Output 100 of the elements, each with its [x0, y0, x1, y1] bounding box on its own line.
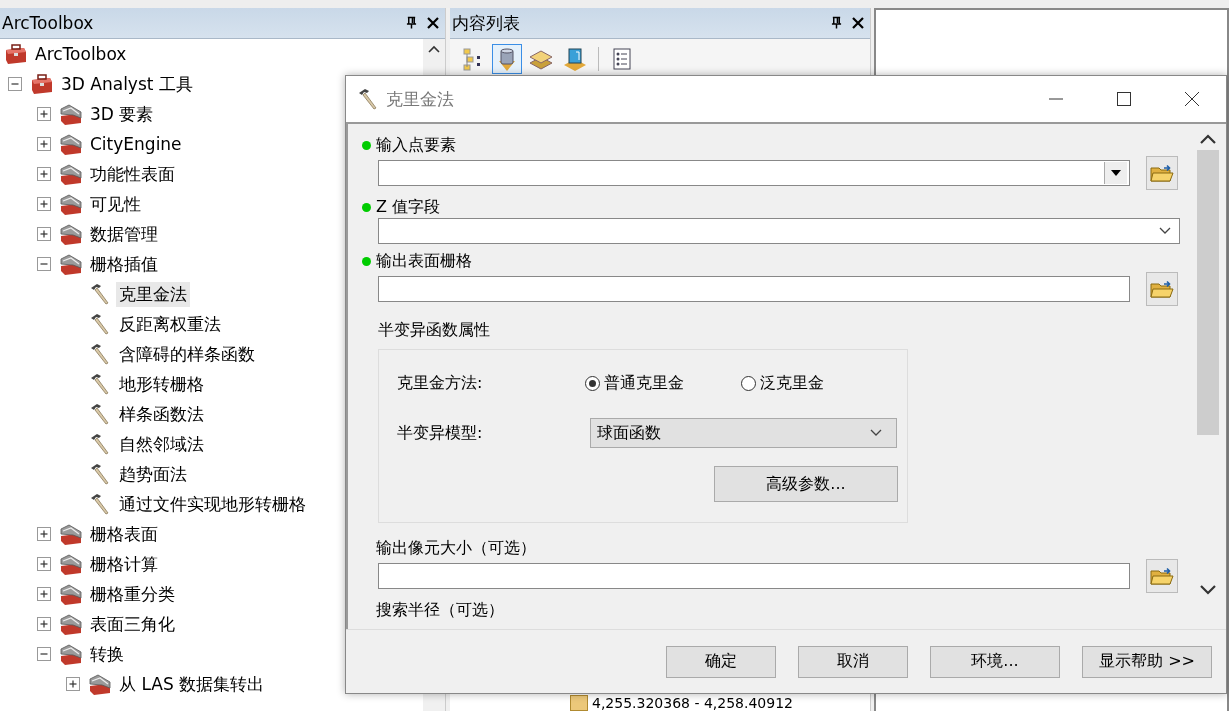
radio-option[interactable]: 普通克里金: [585, 372, 742, 394]
dropdown-field[interactable]: [378, 218, 1180, 244]
tree-item[interactable]: 反距离权重法: [116, 311, 224, 337]
field-label: 搜索半径（可选）: [376, 599, 504, 621]
close-icon[interactable]: [427, 17, 439, 29]
tree-item[interactable]: ArcToolbox: [32, 43, 130, 65]
close-icon: [1184, 91, 1200, 107]
tree-item[interactable]: 趋势面法: [116, 461, 190, 487]
tree-item[interactable]: 栅格插值: [87, 251, 161, 277]
tree-item[interactable]: 转换: [87, 641, 127, 667]
tree-item[interactable]: 栅格表面: [87, 521, 161, 547]
toolset-icon: [59, 552, 83, 576]
close-icon[interactable]: [852, 17, 864, 29]
collapse-icon[interactable]: [8, 77, 22, 91]
chevron-down-icon: [870, 429, 882, 437]
field-label: 输入点要素: [376, 134, 456, 156]
toolset-icon: [59, 192, 83, 216]
scroll-down-icon[interactable]: [1200, 585, 1216, 595]
legend-label: 4,255.320368 - 4,258.40912: [592, 695, 793, 711]
expand-icon[interactable]: [37, 197, 51, 211]
toolset-icon: [59, 252, 83, 276]
panel-title: ArcToolbox: [2, 13, 94, 33]
toolset-icon: [59, 612, 83, 636]
chevron-down-icon: [1159, 227, 1171, 235]
browse-button[interactable]: [1146, 559, 1178, 593]
tree-item[interactable]: 栅格重分类: [87, 581, 178, 607]
tree-item[interactable]: 含障碍的样条函数: [116, 341, 258, 367]
toolset-icon: [59, 642, 83, 666]
tree-item[interactable]: 3D Analyst 工具: [58, 71, 196, 97]
tree-item[interactable]: 栅格计算: [87, 551, 161, 577]
layer-selection-icon: [564, 48, 586, 71]
dropdown-field[interactable]: 球面函数: [589, 418, 897, 448]
layers-tree-icon: [463, 48, 480, 71]
tree-item[interactable]: CityEngine: [87, 133, 185, 155]
tree-item[interactable]: 克里金法: [116, 281, 190, 307]
list-options-icon: [613, 48, 631, 70]
scroll-up-icon[interactable]: [1200, 134, 1216, 144]
browse-button[interactable]: [1146, 156, 1178, 190]
tree-item[interactable]: 表面三角化: [87, 611, 178, 637]
expand-icon[interactable]: [37, 527, 51, 541]
tree-item[interactable]: 通过文件实现地形转栅格: [116, 491, 309, 517]
expand-icon[interactable]: [37, 137, 51, 151]
tree-item[interactable]: 从 LAS 数据集转出: [116, 671, 268, 697]
tree-item[interactable]: 数据管理: [87, 221, 161, 247]
expand-icon[interactable]: [66, 677, 80, 691]
expand-icon[interactable]: [37, 107, 51, 121]
toolset-icon: [59, 102, 83, 126]
input-field[interactable]: [378, 160, 1130, 186]
expand-icon[interactable]: [37, 167, 51, 181]
pin-icon[interactable]: [406, 16, 417, 30]
folder-icon: [1150, 163, 1174, 183]
layers-icon: [529, 50, 553, 70]
field-label: 输出像元大小（可选）: [376, 537, 536, 559]
toolset-icon: [59, 582, 83, 606]
tree-item[interactable]: 3D 要素: [87, 101, 157, 127]
radio-option[interactable]: 泛克里金: [741, 372, 897, 394]
field-label: 克里金方法:: [397, 372, 484, 394]
collapse-icon[interactable]: [37, 257, 51, 271]
collapse-icon[interactable]: [37, 647, 51, 661]
toolset-icon: [59, 222, 83, 246]
dialog-button[interactable]: 确定: [666, 645, 776, 678]
toolset-icon: [59, 522, 83, 546]
tree-item[interactable]: 地形转栅格: [116, 371, 207, 397]
minimize-icon: [1048, 98, 1064, 100]
dialog-button[interactable]: 环境...: [930, 645, 1060, 678]
expand-icon[interactable]: [37, 227, 51, 241]
scrollbar-thumb[interactable]: [1197, 150, 1219, 435]
panel-title: 内容列表: [452, 11, 520, 35]
input-field[interactable]: [378, 563, 1130, 589]
tree-item[interactable]: 功能性表面: [87, 161, 178, 187]
expand-icon[interactable]: [37, 617, 51, 631]
pin-icon[interactable]: [831, 16, 842, 30]
advanced-button[interactable]: 高级参数...: [714, 466, 898, 502]
dropdown-arrow-icon[interactable]: [1111, 170, 1121, 176]
toolbar-button[interactable]: [492, 44, 522, 74]
expand-icon[interactable]: [37, 557, 51, 571]
required-dot-icon: [362, 202, 371, 212]
folder-icon: [1150, 566, 1174, 586]
expand-icon[interactable]: [37, 587, 51, 601]
toolbox-icon: [4, 42, 28, 66]
field-label: Z 值字段: [376, 196, 441, 218]
field-label: 半变异模型:: [397, 422, 484, 444]
legend-swatch-icon: [570, 695, 588, 711]
browse-button[interactable]: [1146, 272, 1178, 306]
toolbox-icon: [30, 72, 54, 96]
input-field[interactable]: [378, 276, 1130, 302]
tree-item[interactable]: 自然邻域法: [116, 431, 207, 457]
toolset-icon: [88, 672, 112, 696]
folder-icon: [1150, 279, 1174, 299]
toolset-icon: [59, 132, 83, 156]
scroll-up-icon[interactable]: [428, 45, 440, 53]
tree-item[interactable]: 可见性: [87, 191, 144, 217]
field-label: 输出表面栅格: [376, 250, 472, 272]
tree-item[interactable]: 样条函数法: [116, 401, 207, 427]
database-icon: [499, 48, 515, 71]
window-title: 克里金法: [386, 87, 455, 111]
dialog-button[interactable]: 显示帮助 >>: [1082, 645, 1212, 678]
required-dot-icon: [362, 256, 371, 266]
maximize-icon: [1116, 91, 1132, 107]
dialog-button[interactable]: 取消: [798, 645, 908, 678]
